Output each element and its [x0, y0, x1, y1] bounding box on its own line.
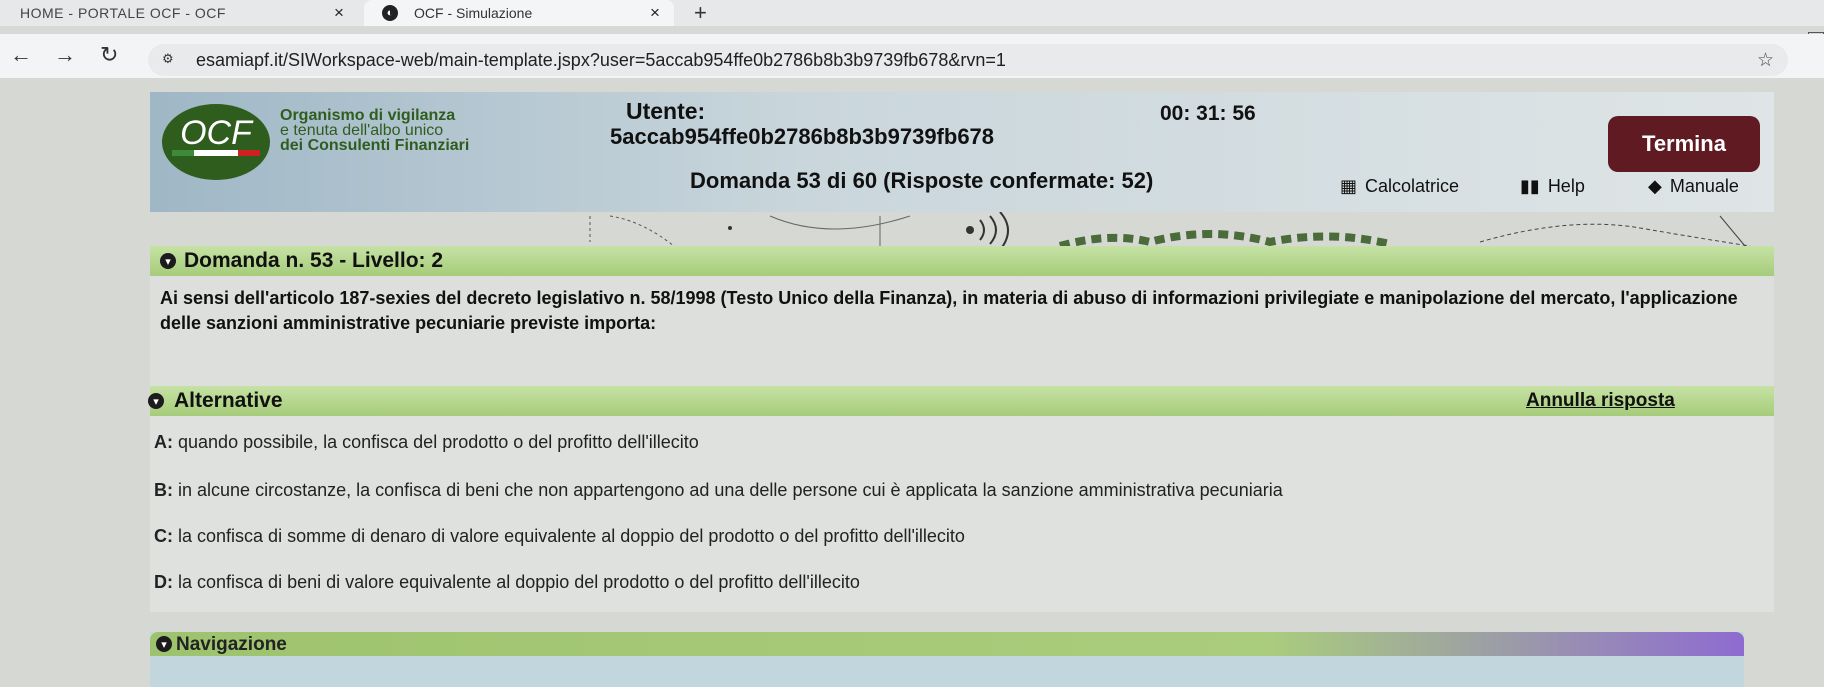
- manual-link[interactable]: ◆ Manuale: [1648, 176, 1739, 197]
- question-counter: Domanda 53 di 60 (Risposte confermate: 5…: [690, 168, 1154, 193]
- toggle-icon[interactable]: ▾: [156, 636, 172, 652]
- organization-name: Organismo di vigilanza e tenuta dell'alb…: [280, 107, 470, 154]
- ocf-logo: OCF: [162, 104, 270, 180]
- navigation-panel-header: ▾ Navigazione: [150, 632, 1744, 656]
- question-panel: ▾ Domanda n. 53 - Livello: 2 Ai sensi de…: [150, 246, 1774, 386]
- option-text: quando possibile, la confisca del prodot…: [178, 432, 699, 452]
- page-content: OCF Organismo di vigilanza e tenuta dell…: [0, 78, 1824, 687]
- bookmark-star-icon[interactable]: ☆: [1757, 49, 1774, 72]
- option-key: A:: [154, 432, 173, 452]
- option-key: C:: [154, 526, 173, 546]
- globe-icon: ◐: [382, 5, 398, 21]
- calculator-icon: ▦: [1340, 176, 1358, 196]
- book-icon: ◆: [1648, 176, 1662, 196]
- option-text: la confisca di beni di valore equivalent…: [178, 572, 860, 592]
- option-text: in alcune circostanze, la confisca di be…: [178, 480, 1283, 500]
- org-line-2: e tenuta dell'albo unico: [280, 122, 444, 139]
- option-key: D:: [154, 572, 173, 592]
- alternatives-title: Alternative: [174, 389, 283, 412]
- new-tab-icon[interactable]: +: [694, 0, 707, 26]
- close-icon[interactable]: ×: [650, 3, 660, 23]
- option-text: la confisca di somme di denaro di valore…: [178, 526, 965, 546]
- user-label: Utente:: [626, 98, 706, 124]
- help-link[interactable]: ▮▮ Help: [1520, 176, 1585, 197]
- org-line-3: dei Consulenti Finanziari: [280, 137, 470, 154]
- close-icon[interactable]: ×: [334, 3, 344, 23]
- tab-title: OCF - Simulazione: [414, 5, 533, 21]
- exam-timer: 00: 31: 56: [1160, 102, 1256, 125]
- termina-button[interactable]: Termina: [1608, 116, 1760, 172]
- exam-header: OCF Organismo di vigilanza e tenuta dell…: [150, 92, 1774, 212]
- browser-tab-bar: HOME - PORTALE OCF - OCF × ◐ OCF - Simul…: [0, 0, 1824, 26]
- navigation-panel: ▾ Navigazione: [150, 632, 1744, 687]
- navigation-title: Navigazione: [176, 634, 287, 655]
- user-id: 5accab954ffe0b2786b8b3b9739fb678: [610, 124, 995, 149]
- logo-text: OCF: [180, 114, 254, 152]
- question-title: Domanda n. 53 - Livello: 2: [184, 249, 444, 272]
- manual-label: Manuale: [1669, 176, 1739, 196]
- option-key: B:: [154, 480, 173, 500]
- url-field[interactable]: ⚙ esamiapf.it/SIWorkspace-web/main-templ…: [148, 44, 1788, 76]
- help-label: Help: [1547, 176, 1585, 196]
- tab-home-portale[interactable]: HOME - PORTALE OCF - OCF ×: [0, 0, 360, 26]
- tab-ocf-simulazione[interactable]: ◐ OCF - Simulazione ×: [364, 0, 674, 26]
- option-b[interactable]: B: in alcune circostanze, la confisca di…: [154, 480, 1283, 501]
- option-d[interactable]: D: la confisca di beni di valore equival…: [154, 572, 860, 593]
- option-c[interactable]: C: la confisca di somme di denaro di val…: [154, 526, 965, 547]
- annulla-risposta-link[interactable]: Annulla risposta: [1526, 390, 1675, 412]
- question-text: Ai sensi dell'articolo 187-sexies del de…: [160, 288, 1738, 333]
- calculator-label: Calcolatrice: [1365, 176, 1460, 196]
- alternatives-panel: ▾ Alternative Annulla risposta A: quando…: [148, 386, 1774, 612]
- forward-arrow-icon[interactable]: →: [54, 42, 76, 68]
- toggle-icon[interactable]: ▾: [148, 393, 164, 409]
- option-a[interactable]: A: quando possibile, la confisca del pro…: [154, 432, 699, 453]
- reload-icon[interactable]: ↻: [100, 42, 118, 68]
- tab-title: HOME - PORTALE OCF - OCF: [20, 5, 226, 21]
- address-bar: ← → ↻ ⚙ esamiapf.it/SIWorkspace-web/main…: [0, 34, 1824, 78]
- flag-icon: ▮▮: [1520, 176, 1540, 196]
- question-panel-header: ▾ Domanda n. 53 - Livello: 2: [150, 246, 1774, 276]
- toggle-icon[interactable]: ▾: [160, 253, 176, 269]
- org-line-1: Organismo di vigilanza: [280, 107, 456, 124]
- alternatives-panel-header: ▾ Alternative Annulla risposta: [148, 386, 1774, 416]
- url-text[interactable]: esamiapf.it/SIWorkspace-web/main-templat…: [196, 50, 1006, 71]
- calculator-link[interactable]: ▦ Calcolatrice: [1340, 176, 1459, 197]
- site-info-icon[interactable]: ⚙: [162, 51, 182, 69]
- back-arrow-icon[interactable]: ←: [10, 42, 32, 68]
